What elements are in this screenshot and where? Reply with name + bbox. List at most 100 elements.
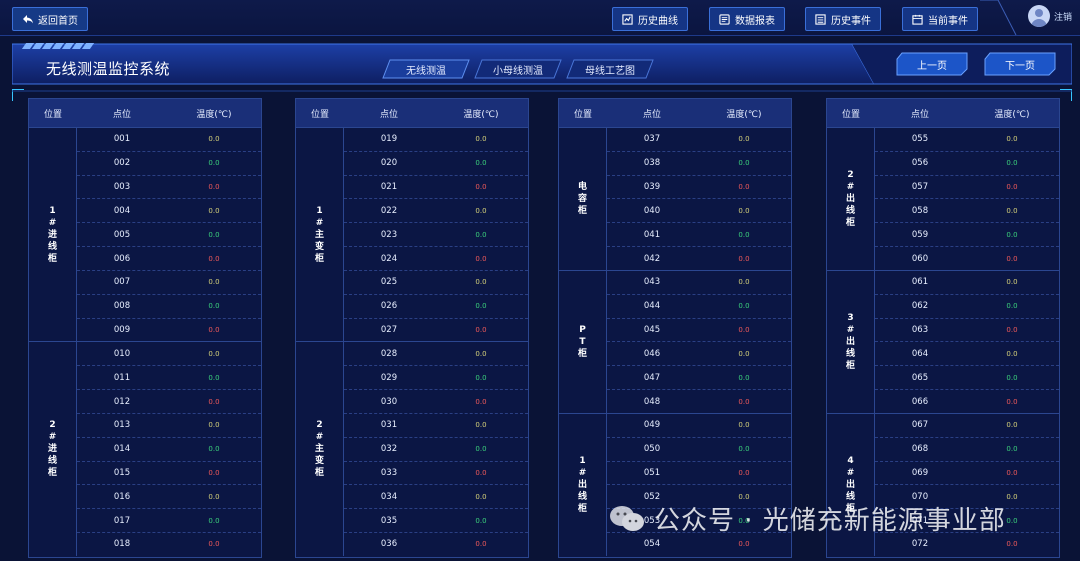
history-curve-label: 历史曲线 (638, 15, 678, 27)
cabinet-group: 2#主变柜 028 0.0 029 0.0 030 0.0 031 0.0 032 0.0 033 0.… (296, 342, 528, 556)
table-row: 039 0.0 (607, 176, 791, 200)
current-events-label: 当前事件 (928, 15, 968, 27)
point-id: 022 (380, 205, 398, 216)
point-id: 036 (380, 539, 398, 550)
table-row: 041 0.0 (607, 223, 791, 248)
table-row: 018 0.0 (77, 533, 261, 556)
table-row: 043 0.0 (607, 271, 791, 295)
point-id: 072 (911, 539, 929, 550)
temperature-value: 0.0 (738, 230, 750, 239)
point-id: 010 (113, 348, 131, 359)
user-area[interactable]: 注销 (1027, 5, 1072, 27)
table-row: 066 0.0 (875, 390, 1059, 413)
prev-page-button[interactable]: 上一页 (896, 52, 968, 76)
temperature-value: 0.0 (475, 421, 487, 430)
logout-link[interactable]: 注销 (1054, 10, 1072, 23)
table-row: 048 0.0 (607, 390, 791, 413)
temperature-value: 0.0 (475, 397, 487, 406)
next-page-button[interactable]: 下一页 (984, 52, 1056, 76)
temperature-value: 0.0 (208, 159, 220, 168)
point-id: 013 (113, 420, 131, 431)
temperature-table-4: 位置 点位 温度(℃) 2#出线柜 055 0.0 056 0.0 057 0.0 058 0.0 05… (826, 98, 1060, 558)
temperature-value: 0.0 (208, 254, 220, 263)
top-bar: 返回首页 历史曲线 数据报表 历史事件 当前事件 注销 (0, 0, 1080, 36)
table-row: 060 0.0 (875, 247, 1059, 270)
temperature-value: 0.0 (208, 183, 220, 192)
cabinet-name-text: 3#出线柜 (845, 312, 855, 371)
point-id: 035 (380, 515, 398, 526)
table-row: 068 0.0 (875, 438, 1059, 462)
table-row: 051 0.0 (607, 462, 791, 486)
table-row: 059 0.0 (875, 223, 1059, 248)
title-band: 无线测温监控系统 无线测温 小母线测温 母线工艺图 上一页 下一页 (12, 40, 1072, 86)
table-row: 030 0.0 (344, 390, 528, 414)
temperature-value: 0.0 (738, 349, 750, 358)
point-id: 050 (643, 444, 661, 455)
table-row: 046 0.0 (607, 342, 791, 367)
tab-busbar-process-diagram-label: 母线工艺图 (585, 65, 635, 77)
header-point: 点位 (379, 109, 398, 120)
point-id: 041 (643, 229, 661, 240)
table-row: 014 0.0 (77, 438, 261, 462)
table-row: 027 0.0 (344, 319, 528, 342)
cabinet-group: PT柜 043 0.0 044 0.0 045 0.0 046 0.0 047 0.0 048 0.0 (559, 270, 791, 414)
table-row: 020 0.0 (344, 152, 528, 176)
point-id: 059 (911, 229, 929, 240)
cabinet-name: 1#进线柜 (29, 128, 77, 342)
header-point: 点位 (112, 109, 131, 120)
tab-wireless-temp[interactable]: 无线测温 (382, 59, 470, 79)
data-report-button[interactable]: 数据报表 (709, 7, 785, 31)
temperature-value: 0.0 (738, 445, 750, 454)
table-row: 045 0.0 (607, 319, 791, 343)
table-row: 062 0.0 (875, 295, 1059, 319)
temperature-value: 0.0 (1006, 445, 1018, 454)
point-id: 034 (380, 491, 398, 502)
top-bar-divider (0, 35, 1080, 36)
point-id: 023 (380, 229, 398, 240)
point-id: 031 (380, 420, 398, 431)
temperature-value: 0.0 (738, 326, 750, 335)
point-id: 060 (911, 253, 929, 264)
current-events-button[interactable]: 当前事件 (902, 7, 978, 31)
temperature-value: 0.0 (738, 159, 750, 168)
temperature-value: 0.0 (738, 278, 750, 287)
temperature-value: 0.0 (1006, 469, 1018, 477)
temperature-value: 0.0 (738, 135, 750, 144)
table-row: 023 0.0 (344, 223, 528, 248)
history-events-button[interactable]: 历史事件 (805, 7, 881, 31)
table-row: 002 0.0 (77, 152, 261, 176)
cabinet-group: 2#出线柜 055 0.0 056 0.0 057 0.0 058 0.0 059 0.0 060 0.… (827, 128, 1059, 271)
temperature-value: 0.0 (738, 183, 750, 192)
point-id: 061 (911, 277, 929, 288)
back-home-button[interactable]: 返回首页 (12, 7, 88, 31)
temperature-value: 0.0 (1006, 349, 1018, 358)
point-id: 039 (643, 182, 661, 193)
point-id: 028 (380, 348, 398, 359)
point-id: 002 (113, 158, 131, 169)
cabinet-name: 2#主变柜 (296, 342, 344, 556)
table-row: 021 0.0 (344, 176, 528, 200)
temperature-value: 0.0 (1006, 135, 1018, 144)
point-id: 055 (911, 134, 929, 145)
tab-busbar-process-diagram[interactable]: 母线工艺图 (566, 59, 654, 79)
temperature-value: 0.0 (475, 492, 487, 501)
point-id: 065 (911, 372, 929, 383)
user-avatar-icon[interactable] (1027, 5, 1050, 27)
point-id: 057 (911, 182, 929, 193)
point-id: 069 (911, 468, 929, 478)
point-id: 026 (380, 301, 398, 312)
table-row: 064 0.0 (875, 342, 1059, 367)
table-row: 016 0.0 (77, 485, 261, 510)
history-curve-button[interactable]: 历史曲线 (612, 7, 688, 31)
cabinet-name-text: 1#进线柜 (47, 205, 57, 264)
tab-small-busbar-temp[interactable]: 小母线测温 (474, 59, 562, 79)
temperature-value: 0.0 (475, 254, 487, 263)
point-id: 045 (643, 325, 661, 336)
point-id: 016 (113, 491, 131, 502)
table-row: 019 0.0 (344, 128, 528, 152)
point-id: 025 (380, 277, 398, 288)
table-row: 009 0.0 (77, 319, 261, 342)
temperature-value: 0.0 (475, 326, 487, 335)
cabinet-name: 2#出线柜 (827, 128, 875, 270)
point-id: 037 (643, 134, 661, 145)
